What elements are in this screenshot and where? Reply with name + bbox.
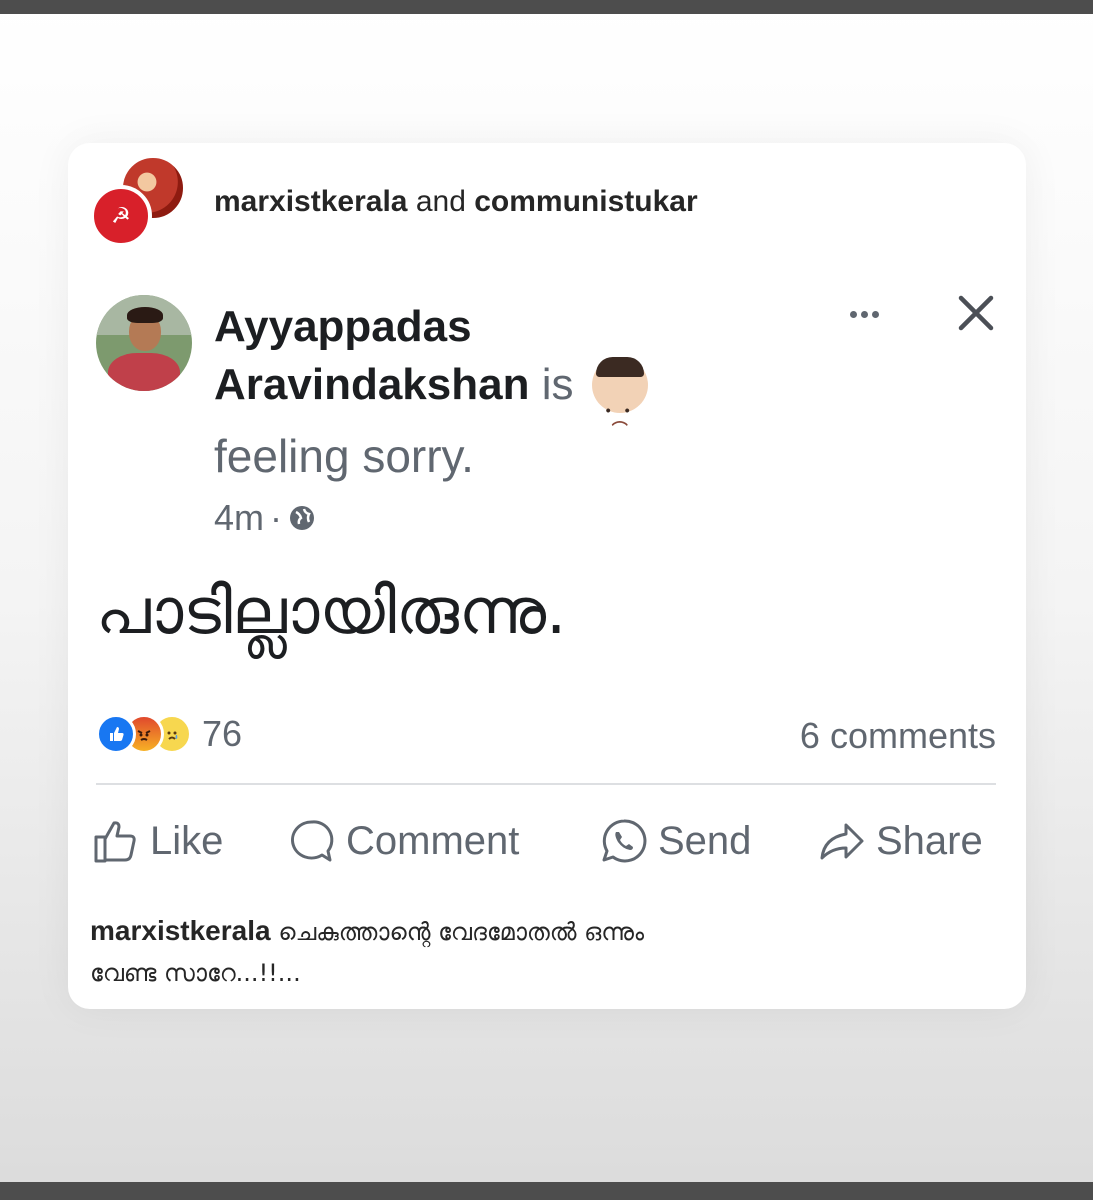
send-label: Send <box>658 818 752 863</box>
send-button[interactable]: Send <box>600 811 751 871</box>
author-last-name[interactable]: Aravindakshan <box>214 360 529 409</box>
hammer-sickle-icon: ☭ <box>111 203 131 229</box>
author-name: Ayyappadas Aravindakshan is • • ︵ <box>214 298 734 428</box>
caption-text-line-1: ചെകുത്താന്റെ വേദമോതൽ ഒന്നും <box>278 918 645 946</box>
like-label: Like <box>150 818 224 863</box>
share-arrow-icon <box>820 823 864 860</box>
collab-avatars[interactable]: ☭ <box>90 155 190 251</box>
thumbs-up-icon <box>94 821 136 863</box>
comments-count[interactable]: 6 comments <box>800 715 996 757</box>
shared-post-card: ☭ marxistkerala and communistukar Ayyapp… <box>68 143 1026 1009</box>
feeling-text: feeling sorry. <box>214 430 474 482</box>
comment-bubble-icon <box>291 820 334 862</box>
share-label: Share <box>876 818 983 863</box>
comment-button[interactable]: Comment <box>288 811 519 871</box>
share-button[interactable]: Share <box>818 811 983 871</box>
post-caption: marxistkerala ചെകുത്താന്റെ വേദമോതൽ ഒന്നു… <box>90 911 970 993</box>
author-first-name[interactable]: Ayyappadas <box>214 302 472 351</box>
collab-joiner: and <box>415 185 466 218</box>
post-time[interactable]: 4m <box>214 497 264 539</box>
whatsapp-icon <box>602 819 647 863</box>
post-text: പാടില്ലായിരുന്നു. <box>96 575 567 649</box>
post-actions: Like Comment Send Share <box>92 811 1002 871</box>
collab-account-2[interactable]: communistukar <box>474 185 697 218</box>
like-reaction-icon <box>96 714 136 754</box>
author-avatar[interactable] <box>96 295 192 391</box>
like-button[interactable]: Like <box>92 811 223 871</box>
close-icon[interactable] <box>956 293 996 333</box>
collab-account-1[interactable]: marxistkerala <box>214 185 407 218</box>
more-options-icon[interactable] <box>840 299 888 329</box>
reactions-summary[interactable]: 76 <box>96 713 242 755</box>
caption-text-line-2: വേണ്ട സാറേ...!!... <box>90 959 301 987</box>
caption-username[interactable]: marxistkerala <box>90 915 271 946</box>
comment-label: Comment <box>346 818 520 863</box>
bottom-frame-bar <box>0 1182 1093 1200</box>
sad-face-emoji-icon: • • ︵ <box>591 357 648 428</box>
meta-separator: · <box>270 497 283 538</box>
is-word: is <box>541 360 574 409</box>
collab-header: marxistkerala and communistukar <box>214 185 698 219</box>
marxistkerala-avatar: ☭ <box>90 185 152 247</box>
globe-icon <box>290 506 315 530</box>
reaction-count: 76 <box>202 713 243 754</box>
post-meta: 4m · <box>214 497 316 539</box>
divider <box>96 783 996 785</box>
top-frame-bar <box>0 0 1093 14</box>
